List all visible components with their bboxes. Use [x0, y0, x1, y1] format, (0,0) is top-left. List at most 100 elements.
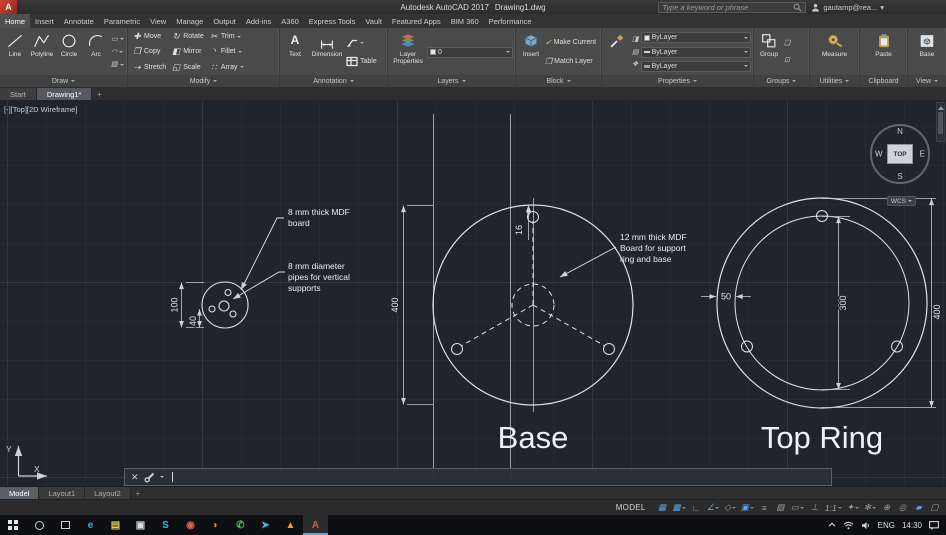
array-button[interactable]: ∷Array	[207, 60, 246, 75]
clock[interactable]: 14:30	[902, 521, 922, 530]
panel-title-layers[interactable]: Layers	[388, 75, 515, 87]
lineweight-control-icon[interactable]: ❖	[632, 61, 639, 68]
line-button[interactable]: Line	[2, 29, 28, 75]
lineweight-icon[interactable]: ≡	[757, 501, 772, 515]
new-drawing-tab-button[interactable]: +	[92, 88, 106, 100]
layer-dropdown[interactable]: 0	[427, 47, 513, 58]
pipes-note[interactable]: 8 mm diameter pipes for vertical support…	[233, 261, 350, 299]
ungroup-icon[interactable]: ❏	[784, 40, 790, 47]
tab-vault[interactable]: Vault	[360, 14, 387, 28]
layout-tab-layout1[interactable]: Layout1	[39, 487, 85, 499]
panel-title-utilities[interactable]: Utilities	[810, 75, 859, 87]
panel-title-modify[interactable]: Modify	[128, 75, 279, 87]
autocad-icon[interactable]: A	[303, 515, 328, 535]
tab-view[interactable]: View	[145, 14, 171, 28]
insert-button[interactable]: Insert	[518, 29, 544, 75]
command-history-icon[interactable]	[160, 476, 164, 478]
tab-output[interactable]: Output	[208, 14, 241, 28]
base-label[interactable]: Base	[498, 420, 569, 455]
dim-100[interactable]: 100	[170, 297, 180, 312]
tab-bim360[interactable]: BIM 360	[446, 14, 484, 28]
tab-addins[interactable]: Add-ins	[241, 14, 276, 28]
snap-icon[interactable]: ▩	[671, 501, 688, 515]
drawing-canvas[interactable]: 100 40 8 mm thick MDF board 8 mm diamete…	[0, 100, 946, 486]
fillet-button[interactable]: ◝Fillet	[207, 44, 246, 59]
dim-16[interactable]: 16	[514, 225, 524, 235]
panel-title-properties[interactable]: Properties	[602, 75, 753, 87]
action-center-icon[interactable]	[929, 521, 939, 530]
rotate-button[interactable]: ↻Rotate	[169, 29, 206, 44]
autocad-logo[interactable]: A	[0, 0, 17, 14]
viewcube-south[interactable]: S	[897, 172, 902, 181]
model-space-canvas[interactable]: 100 40 8 mm thick MDF board 8 mm diamete…	[0, 100, 946, 486]
base-dimensions[interactable]	[404, 205, 529, 405]
workspace-icon[interactable]: ✻	[862, 501, 878, 515]
rectangle-tool-icon[interactable]: ▭	[111, 36, 124, 43]
measure-button[interactable]: Measure	[818, 29, 852, 75]
firefox-icon[interactable]: ◗	[203, 515, 228, 535]
dim-40[interactable]: 40	[188, 316, 198, 326]
panel-title-clipboard[interactable]: Clipboard	[860, 75, 907, 87]
tab-manage[interactable]: Manage	[171, 14, 208, 28]
color-control-icon[interactable]: ◨	[632, 36, 639, 43]
volume-icon[interactable]	[861, 521, 871, 530]
osnap-icon[interactable]: ▣	[739, 501, 756, 515]
whatsapp-icon[interactable]: ✆	[228, 515, 253, 535]
scroll-thumb[interactable]	[938, 112, 943, 134]
command-line[interactable]: ✕	[124, 468, 832, 486]
match-properties-button[interactable]	[604, 29, 630, 75]
copy-button[interactable]: ❐Copy	[130, 44, 168, 59]
search-input[interactable]	[662, 3, 790, 12]
mirror-button[interactable]: ◧Mirror	[169, 44, 206, 59]
panel-title-annotation[interactable]: Annotation	[280, 75, 387, 87]
dimension-button[interactable]: Dimension	[309, 29, 345, 75]
command-input[interactable]	[169, 469, 825, 485]
color-dropdown[interactable]: ByLayer	[641, 32, 751, 43]
leader-button[interactable]	[346, 37, 377, 48]
layer-properties-button[interactable]: Layer Properties	[390, 29, 426, 75]
trim-button[interactable]: ✂Trim	[207, 29, 246, 44]
store-icon[interactable]: ▣	[128, 515, 153, 535]
group-button[interactable]: Group	[756, 29, 782, 75]
dim-50[interactable]: 50	[721, 292, 731, 302]
viewcube-wcs-menu[interactable]: WCS	[887, 196, 916, 206]
show-hidden-icons-chevron[interactable]	[828, 521, 836, 529]
layout-tab-layout2[interactable]: Layout2	[85, 487, 131, 499]
tab-performance[interactable]: Performance	[484, 14, 537, 28]
annotation-monitor-icon[interactable]: ⊕	[879, 501, 894, 515]
dim-400-base[interactable]: 400	[390, 297, 400, 312]
dim-400-ring[interactable]: 400	[932, 304, 942, 319]
tab-insert[interactable]: Insert	[30, 14, 59, 28]
arc-button[interactable]: Arc	[83, 29, 109, 75]
annotation-scale[interactable]: 1:1	[823, 501, 844, 515]
base-view-button[interactable]: Base	[914, 29, 940, 75]
chrome-icon[interactable]: ◉	[178, 515, 203, 535]
help-search[interactable]	[658, 2, 806, 13]
isodraft-icon[interactable]: ◇	[722, 501, 738, 515]
stretch-button[interactable]: ⇢Stretch	[130, 60, 168, 75]
file-tab-drawing1[interactable]: Drawing1*	[37, 88, 93, 100]
tab-featured-apps[interactable]: Featured Apps	[387, 14, 446, 28]
viewcube-west[interactable]: W	[875, 150, 883, 159]
tab-annotate[interactable]: Annotate	[59, 14, 99, 28]
top-ring-label[interactable]: Top Ring	[761, 420, 883, 455]
start-button[interactable]	[0, 515, 26, 535]
network-icon[interactable]	[843, 521, 854, 530]
vertical-scrollbar[interactable]	[936, 102, 945, 142]
lineweight-dropdown[interactable]: ByLayer	[641, 61, 751, 72]
model-space-button[interactable]: MODEL	[608, 503, 654, 512]
new-layout-button[interactable]: +	[131, 487, 145, 499]
close-icon[interactable]: ✕	[131, 473, 139, 482]
annotation-visibility-icon[interactable]: ✦	[845, 501, 861, 515]
move-button[interactable]: ✚Move	[130, 29, 168, 44]
search-button[interactable]	[26, 515, 52, 535]
file-explorer-icon[interactable]: ▤	[103, 515, 128, 535]
table-button[interactable]: Table	[346, 56, 377, 67]
panel-title-view[interactable]: View	[908, 75, 946, 87]
make-current-button[interactable]: ✔ Make Current	[545, 38, 596, 47]
ortho-icon[interactable]: ∟	[689, 501, 704, 515]
viewport-controls[interactable]: [-][Top][2D Wireframe]	[4, 105, 77, 114]
paste-button[interactable]: Paste	[871, 29, 897, 75]
tab-parametric[interactable]: Parametric	[99, 14, 145, 28]
circle-button[interactable]: Circle	[56, 29, 82, 75]
